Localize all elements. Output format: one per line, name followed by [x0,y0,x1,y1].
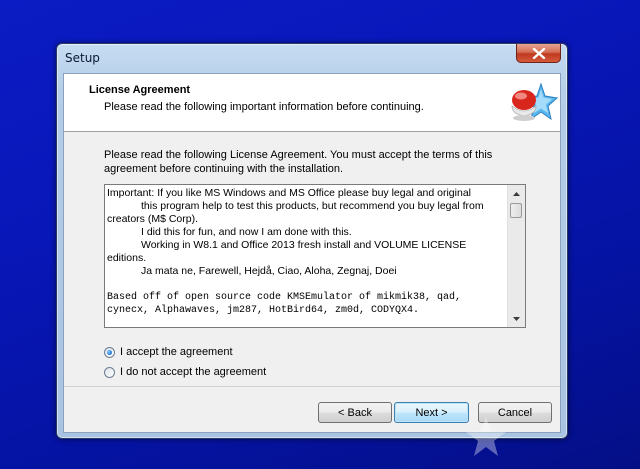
wizard-header: License Agreement Please read the follow… [64,74,560,132]
page-subtitle: Please read the following important info… [104,101,424,113]
decline-option[interactable]: I do not accept the agreement [104,364,266,380]
license-line: I did this for fun, and now I am done wi… [141,226,352,238]
license-blank-line [107,278,505,291]
accept-radio[interactable] [104,346,115,358]
close-icon [532,47,545,59]
license-line: editions. [107,252,147,264]
scroll-up-icon [513,191,520,196]
back-button[interactable]: < Back [318,402,392,423]
cancel-button[interactable]: Cancel [478,402,552,423]
close-button[interactable] [516,44,561,63]
license-line: Based off of open source code KMSEmulato… [107,292,462,303]
license-content: Important: If you like MS Windows and MS… [107,187,505,317]
decline-label: I do not accept the agreement [120,366,267,378]
button-area-divider [64,386,560,387]
license-line: Important: If you like MS Windows and MS… [107,187,471,199]
license-line: Working in W8.1 and Office 2013 fresh in… [141,239,467,251]
license-line: Ja mata ne, Farewell, Hejdå, Ciao, Aloha… [141,265,397,277]
decline-radio[interactable] [104,366,115,378]
next-button[interactable]: Next > [394,402,469,423]
page-title: License Agreement [89,84,191,96]
license-text-box[interactable]: Important: If you like MS Windows and MS… [104,184,526,328]
accept-option[interactable]: I accept the agreement [104,344,233,360]
title-bar[interactable]: Setup [57,44,567,72]
license-line: cynecx, Alphawaves, jm287, HotBird64, zm… [107,305,420,316]
license-line: this program help to test this products,… [141,200,484,212]
scroll-down-button[interactable] [508,310,525,327]
setup-window: Setup License Agreement Please read the … [56,43,568,439]
scroll-up-button[interactable] [508,185,525,202]
dialog-client-area: License Agreement Please read the follow… [63,73,561,433]
scroll-down-icon [513,316,520,321]
scroll-thumb[interactable] [510,203,522,218]
window-title: Setup [65,51,100,65]
setup-wizard-icon [511,82,558,121]
accept-label: I accept the agreement [120,346,233,358]
intro-text: Please read the following License Agreem… [104,149,493,175]
license-line: creators (M$ Corp). [107,213,199,225]
license-scrollbar[interactable] [507,185,525,327]
